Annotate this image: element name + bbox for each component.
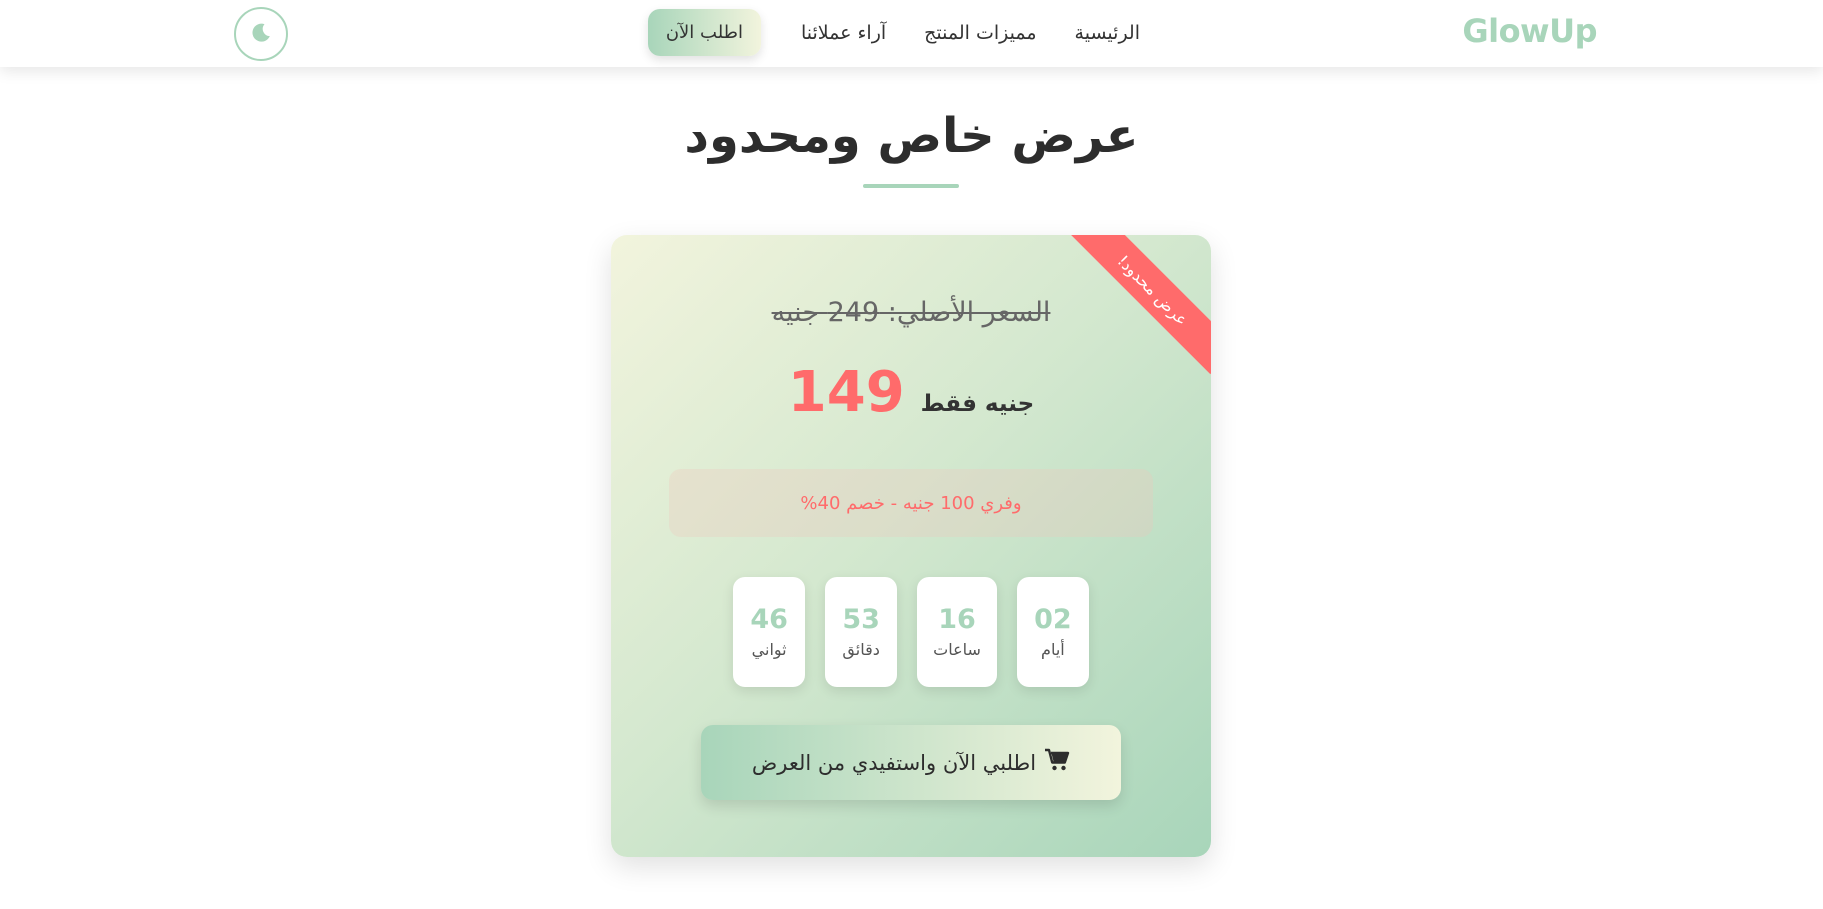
nav-link-reviews[interactable]: آراء عملائنا (782, 10, 905, 56)
countdown-minutes: 53 دقائق (825, 577, 898, 687)
theme-toggle-button[interactable] (234, 7, 288, 61)
countdown-label: دقائق (842, 640, 880, 660)
nav-link-features[interactable]: مميزات المنتج (905, 10, 1055, 56)
title-underline (863, 184, 959, 188)
nav-link-home[interactable]: الرئيسية (1056, 10, 1159, 56)
cart-icon (1044, 748, 1070, 777)
savings-banner: وفري 100 جنيه - خصم 40% (669, 469, 1153, 537)
price-row: جنيه فقط 149 (611, 360, 1211, 425)
order-now-nav-button[interactable]: اطلب الآن (647, 9, 761, 56)
countdown-label: ساعات (933, 640, 981, 660)
countdown-value: 46 (750, 603, 788, 635)
countdown-label: أيام (1041, 640, 1065, 660)
price-suffix: جنيه فقط (920, 391, 1035, 417)
countdown-label: ثواني (751, 640, 787, 660)
moon-icon (249, 21, 273, 48)
countdown-seconds: 46 ثواني (733, 577, 806, 687)
order-offer-label: اطلبي الآن واستفيدي من العرض (751, 750, 1037, 775)
sale-price: 149 (787, 360, 905, 425)
countdown-timer: 02 أيام 16 ساعات 53 دقائق 46 ثواني (611, 577, 1211, 687)
main-nav: الرئيسية مميزات المنتج آراء عملائنا اطلب… (647, 9, 1159, 56)
countdown-value: 53 (842, 603, 880, 635)
offer-card: عرض محدود! السعر الأصلي: 249 جنيه جنيه ف… (611, 235, 1211, 857)
order-offer-button[interactable]: اطلبي الآن واستفيدي من العرض (701, 725, 1121, 800)
page-title: عرض خاص ومحدود (684, 108, 1139, 164)
site-header: GlowUp الرئيسية مميزات المنتج آراء عملائ… (0, 0, 1823, 67)
countdown-value: 16 (938, 603, 976, 635)
countdown-value: 02 (1034, 603, 1072, 635)
countdown-hours: 16 ساعات (917, 577, 997, 687)
logo[interactable]: GlowUp (1462, 12, 1597, 50)
countdown-days: 02 أيام (1016, 577, 1089, 687)
old-price: السعر الأصلي: 249 جنيه (771, 297, 1051, 328)
